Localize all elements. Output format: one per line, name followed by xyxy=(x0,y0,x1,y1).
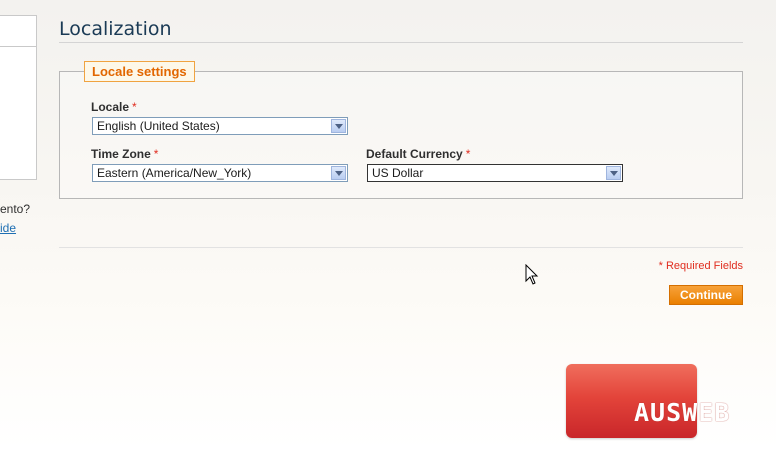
page-title: Localization xyxy=(59,18,172,40)
chevron-down-icon[interactable] xyxy=(331,119,346,133)
timezone-label: Time Zone * xyxy=(91,147,158,161)
locale-label-text: Locale xyxy=(91,100,130,114)
title-divider xyxy=(59,42,743,43)
locale-required-mark: * xyxy=(132,100,137,114)
timezone-label-text: Time Zone xyxy=(91,147,151,161)
sidebar-panel xyxy=(0,15,37,180)
sidebar-guide-link[interactable]: ide xyxy=(0,221,16,235)
required-fields-note: * Required Fields xyxy=(658,260,743,272)
mouse-pointer-icon xyxy=(525,264,539,285)
timezone-required-mark: * xyxy=(153,147,159,161)
currency-required-mark: * xyxy=(465,147,471,161)
locale-select-value: English (United States) xyxy=(97,119,220,133)
locale-settings-legend: Locale settings xyxy=(84,61,195,82)
ausweb-logo-text: AUSWEB xyxy=(634,398,731,427)
continue-button[interactable]: Continue xyxy=(669,285,743,305)
currency-select-value: US Dollar xyxy=(372,166,424,180)
locale-label: Locale * xyxy=(91,100,137,114)
sidebar-divider xyxy=(0,46,36,47)
timezone-select-value: Eastern (America/New_York) xyxy=(97,166,252,180)
form-footer-divider xyxy=(59,247,743,248)
chevron-down-icon[interactable] xyxy=(331,166,346,180)
currency-label: Default Currency * xyxy=(366,147,470,161)
timezone-select[interactable]: Eastern (America/New_York) xyxy=(92,164,348,182)
sidebar-question-text: ento? xyxy=(0,202,31,216)
currency-select[interactable]: US Dollar xyxy=(367,164,623,182)
currency-label-text: Default Currency xyxy=(366,147,463,161)
chevron-down-icon[interactable] xyxy=(606,166,621,180)
locale-select[interactable]: English (United States) xyxy=(92,117,348,135)
